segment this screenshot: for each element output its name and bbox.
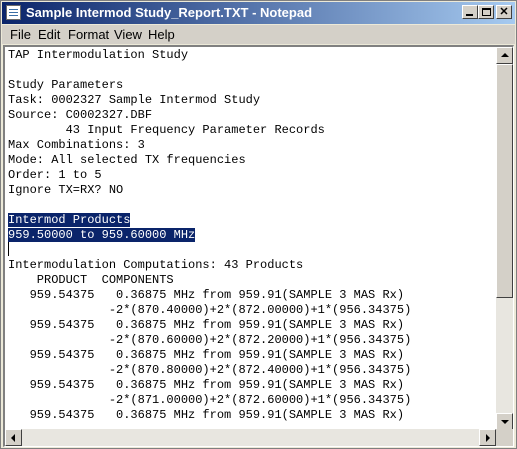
scroll-up-arrow-icon bbox=[501, 53, 509, 57]
text-line: 43 Input Frequency Parameter Records bbox=[8, 123, 494, 138]
text-line: 959.54375 0.36875 MHz from 959.91(SAMPLE… bbox=[8, 378, 494, 393]
scroll-up-button[interactable] bbox=[496, 47, 513, 64]
line-text: Mode: All selected TX frequencies bbox=[8, 153, 246, 167]
scrollbar-corner bbox=[496, 429, 513, 446]
line-text: TAP Intermodulation Study bbox=[8, 48, 189, 62]
menu-file[interactable]: File bbox=[10, 27, 31, 42]
line-text: Study Parameters bbox=[8, 78, 124, 92]
menu-format[interactable]: Format bbox=[68, 27, 109, 42]
line-text: Source: C0002327.DBF bbox=[8, 108, 153, 122]
selected-text: Intermod Products bbox=[8, 213, 131, 227]
line-text: 959.54375 0.36875 MHz from 959.91(SAMPLE… bbox=[8, 378, 405, 392]
text-line: 959.54375 0.36875 MHz from 959.91(SAMPLE… bbox=[8, 408, 494, 423]
title-bar[interactable]: Sample Intermod Study_Report.TXT - Notep… bbox=[2, 2, 515, 24]
line-text: -2*(870.40000)+2*(872.00000)+1*(956.3437… bbox=[8, 303, 412, 317]
menu-view[interactable]: View bbox=[114, 27, 142, 42]
text-line: Mode: All selected TX frequencies bbox=[8, 153, 494, 168]
text-line bbox=[8, 63, 494, 78]
line-text: 43 Input Frequency Parameter Records bbox=[8, 123, 325, 137]
document-text[interactable]: TAP Intermodulation Study Study Parameter… bbox=[8, 48, 494, 430]
text-line: Study Parameters bbox=[8, 78, 494, 93]
vertical-scrollbar[interactable] bbox=[496, 47, 513, 430]
vertical-scroll-thumb[interactable] bbox=[496, 64, 513, 298]
minimize-icon bbox=[466, 14, 473, 16]
line-text: -2*(871.00000)+2*(872.60000)+1*(956.3437… bbox=[8, 393, 412, 407]
line-text: 959.54375 0.36875 MHz from 959.91(SAMPLE… bbox=[8, 408, 405, 422]
text-line bbox=[8, 243, 494, 258]
minimize-button[interactable] bbox=[462, 5, 478, 19]
line-text: 959.54375 0.36875 MHz from 959.91(SAMPLE… bbox=[8, 288, 405, 302]
line-text: Ignore TX=RX? NO bbox=[8, 183, 124, 197]
text-line: 959.54375 0.36875 MHz from 959.91(SAMPLE… bbox=[8, 318, 494, 333]
text-line: Intermodulation Computations: 43 Product… bbox=[8, 258, 494, 273]
window-title: Sample Intermod Study_Report.TXT - Notep… bbox=[26, 5, 313, 20]
text-line: Ignore TX=RX? NO bbox=[8, 183, 494, 198]
text-line: 959.50000 to 959.60000 MHz bbox=[8, 228, 494, 243]
scroll-down-button[interactable] bbox=[496, 413, 513, 430]
text-line: 959.54375 0.36875 MHz from 959.91(SAMPLE… bbox=[8, 288, 494, 303]
text-line: -2*(870.40000)+2*(872.00000)+1*(956.3437… bbox=[8, 303, 494, 318]
maximize-button[interactable] bbox=[478, 5, 494, 19]
notepad-window: Sample Intermod Study_Report.TXT - Notep… bbox=[0, 0, 517, 449]
notepad-app-icon[interactable] bbox=[6, 5, 21, 20]
text-line: Source: C0002327.DBF bbox=[8, 108, 494, 123]
line-text: Intermodulation Computations: 43 Product… bbox=[8, 258, 304, 272]
text-editor[interactable]: TAP Intermodulation Study Study Parameter… bbox=[3, 45, 514, 447]
maximize-icon bbox=[482, 8, 491, 16]
line-text: Task: 0002327 Sample Intermod Study bbox=[8, 93, 261, 107]
scroll-left-button[interactable] bbox=[5, 429, 22, 446]
close-button[interactable]: ✕ bbox=[496, 5, 512, 19]
line-text: 959.54375 0.36875 MHz from 959.91(SAMPLE… bbox=[8, 318, 405, 332]
text-caret bbox=[8, 242, 9, 256]
menu-bar: File Edit Format View Help bbox=[2, 25, 515, 44]
close-icon: ✕ bbox=[499, 6, 509, 18]
line-text: -2*(870.60000)+2*(872.20000)+1*(956.3437… bbox=[8, 333, 412, 347]
text-line: TAP Intermodulation Study bbox=[8, 48, 494, 63]
menu-help[interactable]: Help bbox=[148, 27, 175, 42]
line-text: PRODUCT COMPONENTS bbox=[8, 273, 174, 287]
line-text: Order: 1 to 5 bbox=[8, 168, 102, 182]
scroll-right-button[interactable] bbox=[479, 429, 496, 446]
text-line: 959.54375 0.36875 MHz from 959.91(SAMPLE… bbox=[8, 348, 494, 363]
text-line: Task: 0002327 Sample Intermod Study bbox=[8, 93, 494, 108]
line-text: -2*(870.80000)+2*(872.40000)+1*(956.3437… bbox=[8, 363, 412, 377]
text-line: Max Combinations: 3 bbox=[8, 138, 494, 153]
horizontal-scrollbar[interactable] bbox=[5, 429, 496, 446]
line-text: Max Combinations: 3 bbox=[8, 138, 145, 152]
text-line: PRODUCT COMPONENTS bbox=[8, 273, 494, 288]
selected-text: 959.50000 to 959.60000 MHz bbox=[8, 228, 196, 242]
scroll-left-arrow-icon bbox=[11, 434, 15, 442]
text-line: -2*(870.80000)+2*(872.40000)+1*(956.3437… bbox=[8, 363, 494, 378]
text-line: Order: 1 to 5 bbox=[8, 168, 494, 183]
menu-edit[interactable]: Edit bbox=[38, 27, 60, 42]
scroll-down-arrow-icon bbox=[501, 420, 509, 424]
text-line bbox=[8, 198, 494, 213]
line-text: 959.54375 0.36875 MHz from 959.91(SAMPLE… bbox=[8, 348, 405, 362]
text-line: -2*(870.60000)+2*(872.20000)+1*(956.3437… bbox=[8, 333, 494, 348]
text-line: -2*(871.00000)+2*(872.60000)+1*(956.3437… bbox=[8, 393, 494, 408]
text-line: Intermod Products bbox=[8, 213, 494, 228]
scroll-right-arrow-icon bbox=[486, 434, 490, 442]
